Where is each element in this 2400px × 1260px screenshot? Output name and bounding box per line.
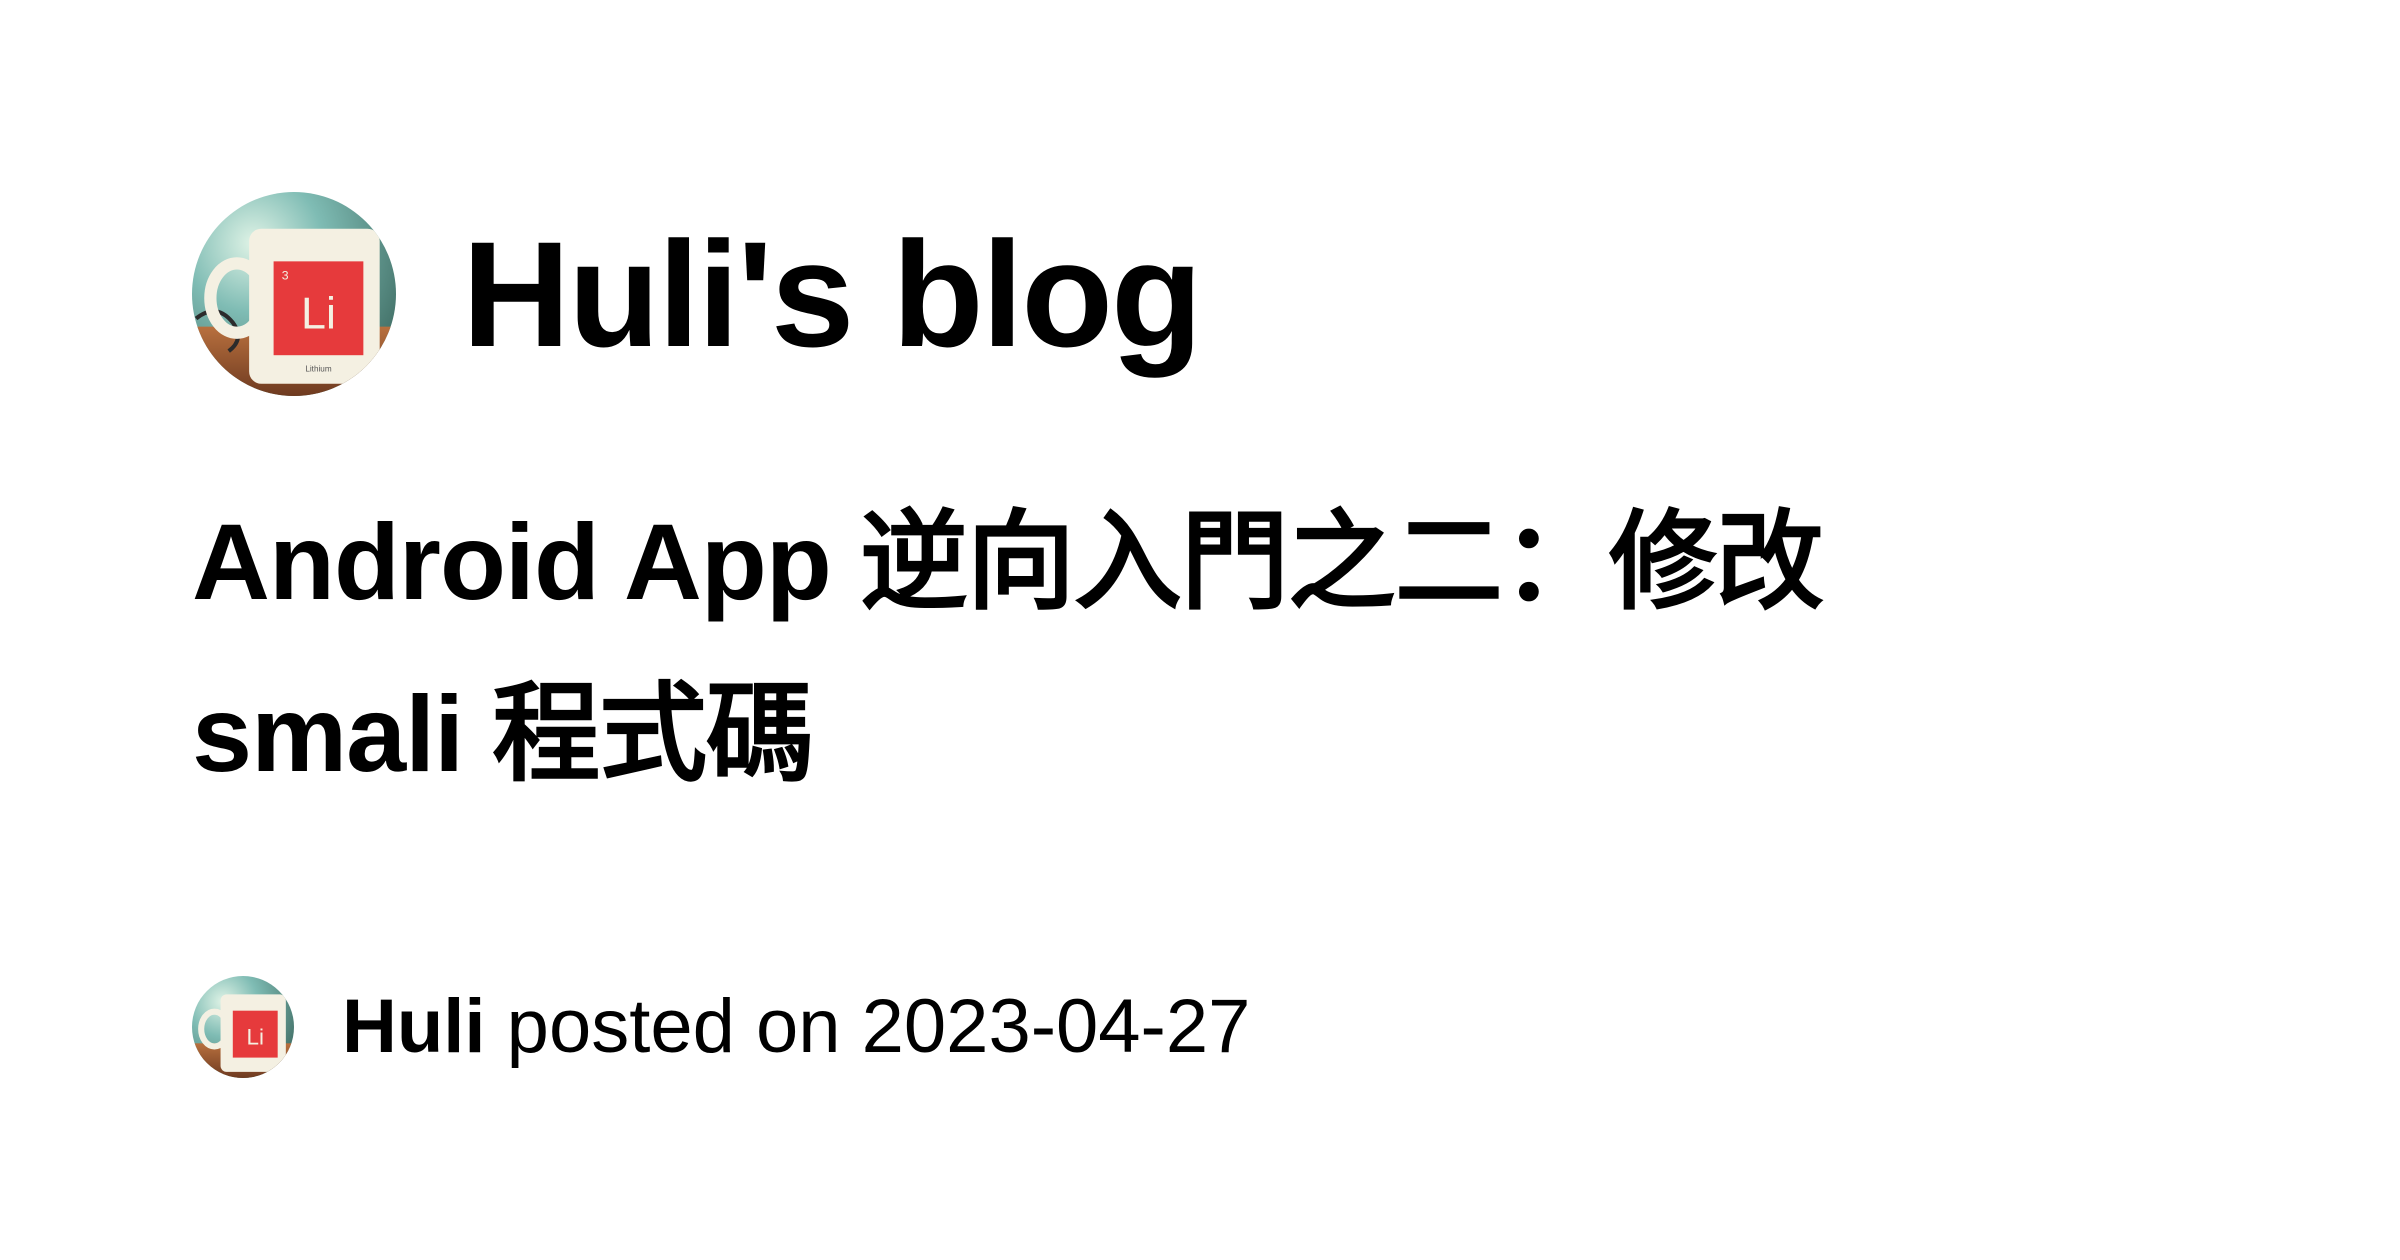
post-title: Android App 逆向入門之二：修改 smali 程式碼	[192, 501, 1824, 794]
blog-title[interactable]: Huli's blog	[462, 219, 1203, 369]
author-name[interactable]: Huli	[342, 984, 486, 1069]
author-avatar[interactable]: Li	[192, 976, 294, 1078]
blog-header: Li 3 Lithium Huli's blog	[192, 192, 1203, 396]
blog-avatar[interactable]: Li 3 Lithium	[192, 192, 396, 396]
mug-avatar-icon: Li	[192, 976, 294, 1078]
mug-element-symbol: Li	[301, 288, 336, 339]
mug-element-caption: Lithium	[305, 365, 331, 374]
mug-element-symbol: Li	[247, 1024, 264, 1049]
post-meta: Li Huli posted on 2023-04-27	[192, 976, 1250, 1078]
post-byline: Huli posted on 2023-04-27	[342, 989, 1250, 1065]
post-date: 2023-04-27	[861, 984, 1251, 1069]
mug-element-number: 3	[282, 269, 289, 283]
mug-avatar-icon: Li 3 Lithium	[192, 192, 396, 396]
posted-label: posted on	[506, 984, 841, 1069]
